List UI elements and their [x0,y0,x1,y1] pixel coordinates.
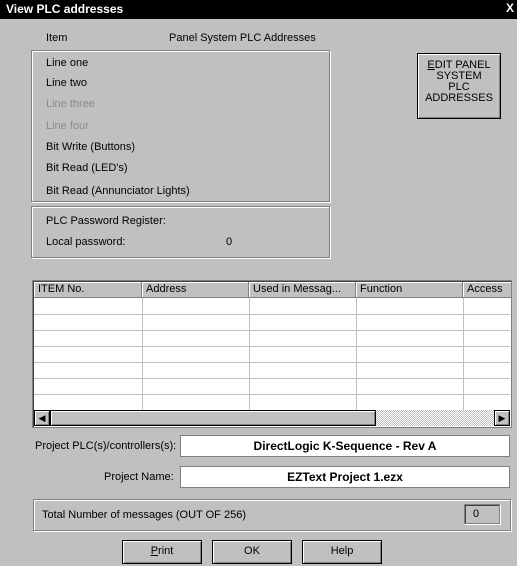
col-address[interactable]: Address [142,282,249,298]
item-line-three: Line three [46,98,95,110]
local-password-label: Local password: [46,236,126,248]
item-line-two: Line two [46,77,87,89]
edit-accelerator: E [427,59,435,71]
grid-row-line [34,394,510,395]
grid-row-line [34,378,510,379]
local-password-value: 0 [226,236,233,248]
grid-row-line [34,362,510,363]
scroll-thumb[interactable] [50,410,376,426]
edit-line4: ADDRESSES [425,92,493,104]
item-line-one: Line one [46,57,89,69]
message-count-box: 0 [464,504,500,524]
close-button[interactable]: X [506,1,514,15]
project-plc-field: DirectLogic K-Sequence - Rev A [180,435,510,457]
grid-row-line [34,346,510,347]
grid-row-line [34,330,510,331]
grid-row-line [34,314,510,315]
ok-button[interactable]: OK [212,540,292,564]
item-bit-read-leds: Bit Read (LED's) [46,162,128,174]
project-name-label: Project Name: [104,471,174,483]
col-function[interactable]: Function [356,282,463,298]
item-column-label: Item [46,32,68,44]
scroll-left-arrow-icon[interactable]: ◀ [34,410,50,426]
scroll-right-arrow-icon[interactable]: ▶ [494,410,510,426]
password-group [31,206,330,258]
item-line-four: Line four [46,120,89,132]
project-plc-label: Project PLC(s)/controllers(s): [35,440,177,452]
print-button[interactable]: Print [122,540,202,564]
col-used-in-messages[interactable]: Used in Messag... [249,282,356,298]
item-bit-read-annunciator: Bit Read (Annunciator Lights) [46,185,190,197]
print-label: rint [158,545,174,557]
plc-address-table[interactable]: ITEM No. Address Used in Messag... Funct… [32,280,512,428]
horizontal-scrollbar[interactable]: ◀ ▶ [34,410,510,426]
title-bar: View PLC addresses X [0,0,517,19]
total-messages-label: Total Number of messages (OUT OF 256) [42,509,246,521]
col-item-no[interactable]: ITEM No. [34,282,142,298]
item-bit-write: Bit Write (Buttons) [46,141,136,153]
print-accelerator: P [150,545,159,557]
project-name-field: EZText Project 1.ezx [180,466,510,488]
panel-addresses-label: Panel System PLC Addresses [169,32,316,44]
plc-password-register-label: PLC Password Register: [46,215,166,227]
help-button[interactable]: Help [302,540,382,564]
col-access[interactable]: Access [463,282,511,298]
edit-panel-addresses-button[interactable]: EDIT PANEL SYSTEM PLC ADDRESSES [417,53,501,119]
window-title: View PLC addresses [6,2,124,16]
